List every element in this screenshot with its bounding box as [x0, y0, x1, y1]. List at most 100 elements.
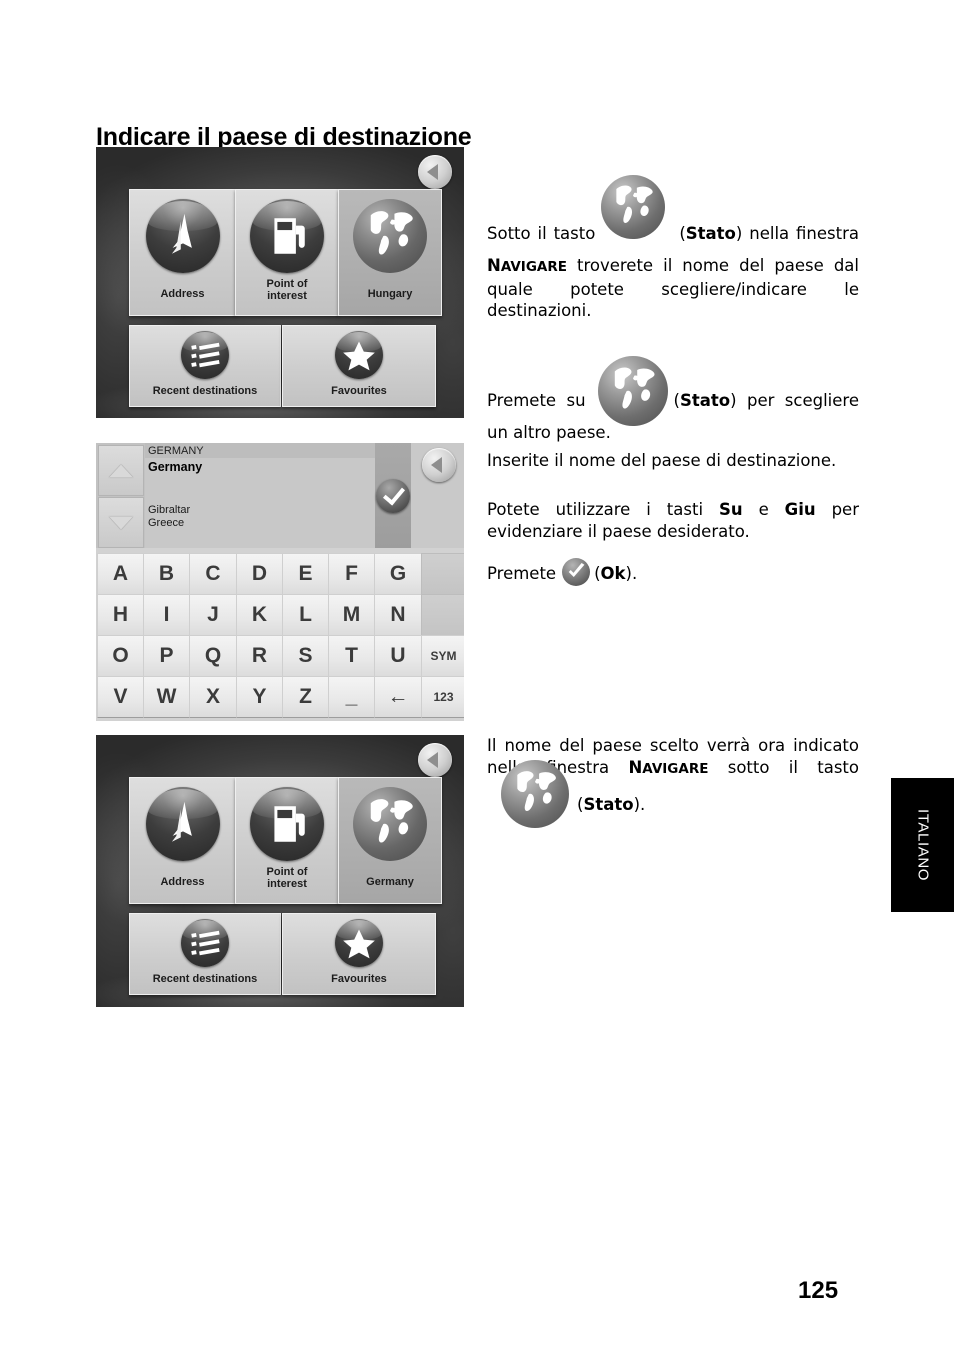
tile-address[interactable]: Address: [129, 189, 236, 316]
fuel-pump-icon: [250, 787, 324, 861]
list-item[interactable]: Greece: [145, 517, 411, 530]
key-e[interactable]: E: [282, 553, 329, 595]
key-f[interactable]: F: [328, 553, 375, 595]
star-icon: [335, 919, 383, 967]
p6-tail: ).: [633, 795, 646, 814]
key-h[interactable]: H: [97, 594, 144, 636]
scroll-down-button[interactable]: [98, 497, 144, 548]
key-p[interactable]: P: [143, 635, 190, 677]
tile-favourites[interactable]: Favourites: [282, 913, 436, 995]
tile-point-of-interest[interactable]: Point of interest: [235, 777, 339, 904]
globe-icon: [353, 199, 427, 273]
tile-recent-destinations[interactable]: Recent destinations: [129, 913, 281, 995]
tile-country-state[interactable]: Hungary: [338, 189, 442, 316]
paragraph-insert-country: Inserite il nome del paese di destinazio…: [487, 450, 859, 472]
list-icon: [181, 331, 229, 379]
tile-label: Address: [160, 876, 205, 888]
list-item[interactable]: Gibraltar: [145, 504, 411, 517]
back-arrow-icon[interactable]: [422, 448, 456, 482]
key-underscore[interactable]: _: [328, 676, 375, 718]
tile-label: Recent destinations: [152, 973, 258, 985]
p1-text-before: Sotto il tasto: [487, 224, 596, 243]
p4-part2: e: [742, 500, 785, 519]
ok-column: [375, 443, 411, 548]
paragraph-press-ok: Premete (Ok).: [487, 558, 859, 586]
key-c[interactable]: C: [189, 553, 237, 595]
key-t[interactable]: T: [328, 635, 375, 677]
language-tab: ITALIANO: [891, 778, 954, 912]
triangle-down-icon: [109, 516, 133, 529]
scroll-up-button[interactable]: [98, 445, 144, 496]
page-number: 125: [798, 1277, 839, 1304]
p4-part1: Potete utilizzare i tasti: [487, 500, 719, 519]
key-k[interactable]: K: [236, 594, 283, 636]
address-flag-icon: [145, 787, 220, 861]
triangle-up-icon: [109, 464, 133, 477]
p1-navigare-rest: AVIGARE: [500, 259, 567, 275]
p1-bold-stato: Stato: [685, 224, 736, 243]
key-u[interactable]: U: [374, 635, 422, 677]
check-icon[interactable]: [376, 479, 410, 513]
key-y[interactable]: Y: [236, 676, 283, 718]
key-s[interactable]: S: [282, 635, 329, 677]
p2-text-before: Premete su: [487, 391, 586, 410]
language-tab-label: ITALIANO: [914, 808, 931, 882]
address-flag-icon: [145, 199, 220, 273]
screenshot-country-keyboard: GERMANY Germany Gibraltar Greece A B C D…: [96, 443, 464, 721]
tile-recent-destinations[interactable]: Recent destinations: [129, 325, 281, 407]
tile-label: Address: [160, 288, 205, 300]
key-n[interactable]: N: [374, 594, 422, 636]
key-m[interactable]: M: [328, 594, 375, 636]
key-backspace-icon[interactable]: ←: [374, 676, 422, 718]
key-blank-row1: [421, 553, 464, 595]
key-d[interactable]: D: [236, 553, 283, 595]
keyboard-right-column: [411, 443, 464, 548]
list-icon: [181, 919, 229, 967]
p6-smallcaps-navigare: NAVIGARE: [628, 758, 708, 777]
key-q[interactable]: Q: [189, 635, 237, 677]
key-sym[interactable]: SYM: [421, 635, 464, 677]
tile-country-state[interactable]: Germany: [338, 777, 442, 904]
key-b[interactable]: B: [143, 553, 190, 595]
p1-smallcaps-navigare: NAVIGARE: [487, 256, 567, 275]
key-z[interactable]: Z: [282, 676, 329, 718]
paragraph-stato-description: Sotto il tasto (Stato) nella finestra NA…: [487, 175, 859, 322]
list-header: GERMANY: [145, 443, 411, 458]
key-v[interactable]: V: [97, 676, 144, 718]
tile-label: Recent destinations: [152, 385, 258, 397]
p3-text: Inserite il nome del paese di destinazio…: [487, 451, 837, 470]
key-j[interactable]: J: [189, 594, 237, 636]
tile-favourites[interactable]: Favourites: [282, 325, 436, 407]
p6-navigare-initial: N: [628, 757, 643, 777]
key-w[interactable]: W: [143, 676, 190, 718]
tile-address[interactable]: Address: [129, 777, 236, 904]
key-123[interactable]: 123: [421, 676, 464, 718]
key-i[interactable]: I: [143, 594, 190, 636]
screenshot-navigate-germany: Address Point of interest Germany Recent…: [96, 735, 464, 1007]
p6-part2: sotto il tasto: [708, 757, 859, 777]
p6-bold-stato: Stato: [583, 795, 634, 814]
screenshot-navigate-hungary: Address Point of interest Hungary Recent…: [96, 147, 464, 418]
key-a[interactable]: A: [97, 553, 144, 595]
tile-point-of-interest[interactable]: Point of interest: [235, 189, 339, 316]
key-x[interactable]: X: [189, 676, 237, 718]
key-g[interactable]: G: [374, 553, 422, 595]
tile-label-line2: interest: [267, 878, 307, 890]
tile-label: Favourites: [331, 385, 387, 397]
back-arrow-icon[interactable]: [418, 743, 452, 777]
p5-tail: ).: [625, 564, 638, 583]
list-item-selected[interactable]: Germany: [145, 458, 411, 474]
p4-bold-giu: Giu: [784, 500, 816, 519]
key-l[interactable]: L: [282, 594, 329, 636]
country-list[interactable]: GERMANY Germany Gibraltar Greece: [145, 443, 411, 548]
p4-bold-su: Su: [718, 500, 743, 519]
p2-bold-stato: Stato: [679, 391, 731, 410]
tile-label: Favourites: [331, 973, 387, 985]
key-r[interactable]: R: [236, 635, 283, 677]
p6-navigare-rest: AVIGARE: [642, 760, 709, 777]
tile-label: Germany: [366, 876, 414, 888]
globe-icon: [493, 760, 571, 828]
globe-icon: [601, 175, 673, 255]
key-o[interactable]: O: [97, 635, 144, 677]
back-arrow-icon[interactable]: [418, 155, 452, 189]
